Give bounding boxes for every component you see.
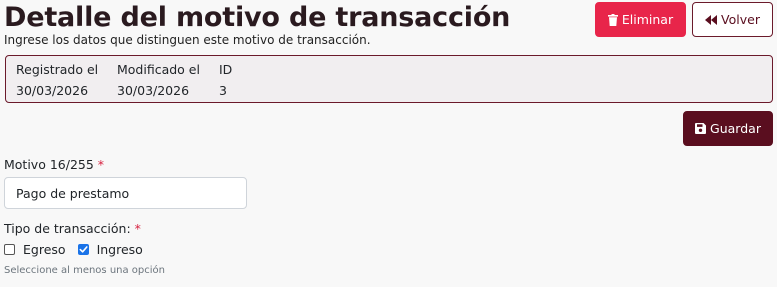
registered-label: Registrado el <box>16 62 99 77</box>
save-button[interactable]: Guardar <box>683 111 773 146</box>
floppy-disk-icon <box>695 123 707 134</box>
back-button-label: Volver <box>721 12 760 27</box>
save-button-label: Guardar <box>710 121 761 136</box>
page-subtitle: Ingrese los datos que distinguen este mo… <box>4 33 371 47</box>
page-title: Detalle del motivo de transacción <box>4 2 511 33</box>
modified-info: Modificado el 30/03/2026 <box>117 61 200 99</box>
page: Detalle del motivo de transacción Ingres… <box>0 0 777 287</box>
required-mark: * <box>97 157 105 172</box>
motivo-label: Motivo 16/255 * <box>4 157 104 172</box>
ingreso-label[interactable]: Ingreso <box>97 242 143 257</box>
modified-label: Modificado el <box>117 62 200 77</box>
back-button[interactable]: Volver <box>692 2 773 37</box>
tipo-label-text: Tipo de transacción: <box>4 221 131 236</box>
delete-button[interactable]: Eliminar <box>595 2 686 37</box>
record-info-card: Registrado el 30/03/2026 Modificado el 3… <box>5 55 773 103</box>
registered-info: Registrado el 30/03/2026 <box>16 61 98 99</box>
tipo-options: Egreso Ingreso <box>4 242 155 257</box>
double-chevron-left-icon <box>705 14 718 25</box>
id-info: ID 3 <box>219 61 232 99</box>
checkmark-icon <box>79 246 88 253</box>
id-value: 3 <box>219 83 227 98</box>
modified-value: 30/03/2026 <box>117 83 190 98</box>
egreso-checkbox[interactable] <box>4 244 15 255</box>
ingreso-checkbox[interactable] <box>77 244 89 255</box>
id-label: ID <box>219 62 233 77</box>
option-egreso[interactable]: Egreso <box>4 242 66 257</box>
tipo-label: Tipo de transacción: * <box>4 221 141 236</box>
motivo-label-text: Motivo 16/255 <box>4 157 94 172</box>
delete-button-label: Eliminar <box>621 12 674 27</box>
motivo-input[interactable] <box>4 177 247 209</box>
egreso-label[interactable]: Egreso <box>23 242 66 257</box>
trash-icon <box>607 13 618 26</box>
option-ingreso[interactable]: Ingreso <box>77 242 143 257</box>
registered-value: 30/03/2026 <box>16 83 89 98</box>
tipo-hint: Seleccione al menos una opción <box>4 265 165 276</box>
required-mark: * <box>134 221 141 236</box>
